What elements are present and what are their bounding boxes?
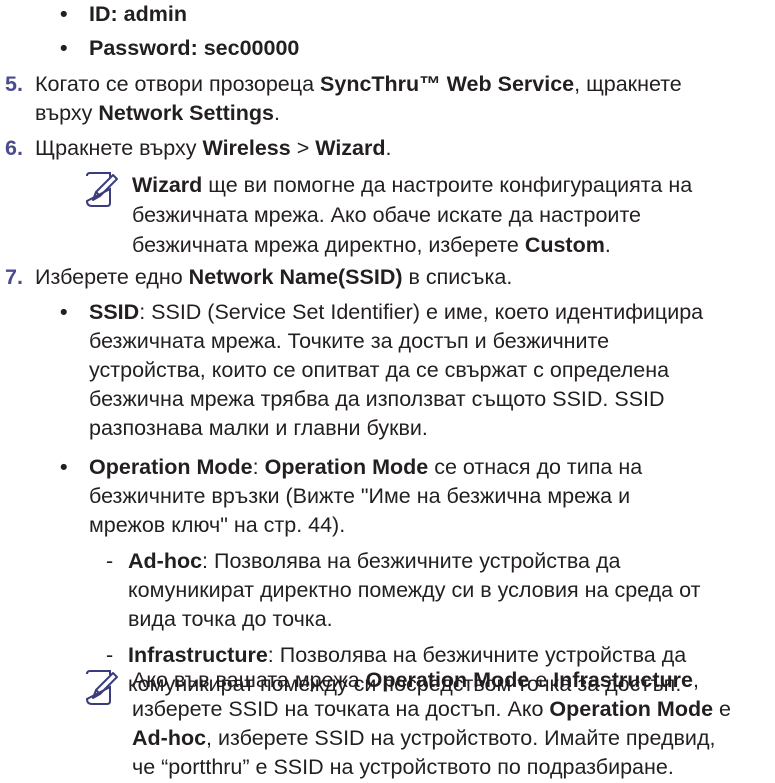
document-page: • ID: admin • Password: sec00000 5. Кога… bbox=[5, 2, 731, 779]
step-5-line2: върху Network Settings. bbox=[35, 101, 280, 125]
note-pencil-icon bbox=[85, 172, 118, 207]
step-7-line: Изберете едно Network Name(SSID) в списъ… bbox=[35, 265, 513, 289]
note-pencil-icon bbox=[85, 670, 118, 705]
step-5-line1: Когато се отвори прозореца SyncThru™ Web… bbox=[35, 72, 682, 96]
step-6-line: Щракнете върху Wireless > Wizard. bbox=[35, 136, 392, 160]
